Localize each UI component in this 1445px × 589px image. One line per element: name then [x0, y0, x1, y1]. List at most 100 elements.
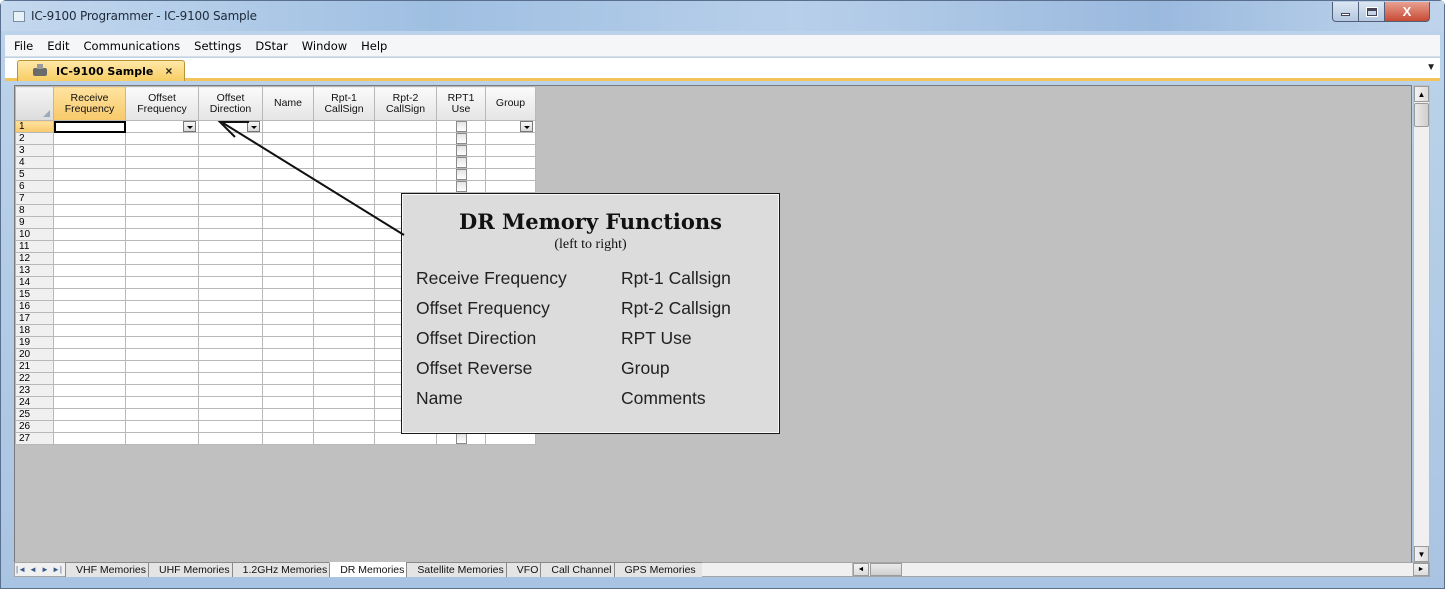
grid-cell[interactable]	[125, 120, 199, 133]
menu-settings[interactable]: Settings	[187, 39, 248, 53]
row-number[interactable]: 9	[15, 216, 54, 229]
grid-cell[interactable]	[262, 168, 314, 181]
row-number[interactable]: 27	[15, 432, 54, 445]
grid-cell[interactable]	[485, 132, 536, 145]
grid-cell[interactable]	[313, 408, 375, 421]
row-number[interactable]: 15	[15, 288, 54, 301]
grid-cell[interactable]	[262, 144, 314, 157]
grid-cell[interactable]	[198, 144, 263, 157]
grid-cell[interactable]	[262, 180, 314, 193]
grid-cell[interactable]	[262, 252, 314, 265]
grid-cell[interactable]	[53, 156, 126, 169]
grid-cell[interactable]	[313, 144, 375, 157]
grid-cell[interactable]	[53, 252, 126, 265]
grid-cell[interactable]	[53, 132, 126, 145]
grid-cell[interactable]	[125, 216, 199, 229]
grid-cell[interactable]	[485, 432, 536, 445]
column-header-rpt1-use[interactable]: RPT1 Use	[436, 86, 486, 121]
grid-cell[interactable]	[198, 336, 263, 349]
grid-cell[interactable]	[313, 432, 375, 445]
row-number[interactable]: 4	[15, 156, 54, 169]
grid-cell[interactable]	[262, 264, 314, 277]
row-number[interactable]: 23	[15, 384, 54, 397]
sheet-tab-satellite-memories[interactable]: Satellite Memories	[406, 562, 510, 577]
grid-cell[interactable]	[198, 192, 263, 205]
sheet-tab-vhf-memories[interactable]: VHF Memories	[65, 562, 153, 577]
grid-cell[interactable]	[125, 324, 199, 337]
menu-edit[interactable]: Edit	[40, 39, 76, 53]
grid-cell[interactable]	[198, 132, 263, 145]
grid-cell[interactable]	[262, 132, 314, 145]
grid-cell[interactable]	[313, 324, 375, 337]
grid-cell[interactable]	[262, 276, 314, 289]
grid-cell[interactable]	[125, 300, 199, 313]
grid-cell[interactable]	[198, 312, 263, 325]
grid-cell[interactable]	[313, 132, 375, 145]
sheet-tab-1-2ghz-memories[interactable]: 1.2GHz Memories	[231, 562, 334, 577]
grid-cell[interactable]	[485, 144, 536, 157]
grid-cell[interactable]	[125, 204, 199, 217]
grid-cell[interactable]	[198, 384, 263, 397]
grid-cell[interactable]	[198, 180, 263, 193]
grid-cell[interactable]	[262, 360, 314, 373]
grid-cell[interactable]	[436, 168, 486, 181]
grid-cell[interactable]	[53, 276, 126, 289]
scroll-down-icon[interactable]: ▼	[1414, 546, 1429, 562]
grid-cell[interactable]	[198, 324, 263, 337]
grid-cell[interactable]	[125, 336, 199, 349]
grid-cell[interactable]	[125, 432, 199, 445]
grid-cell[interactable]	[436, 132, 486, 145]
grid-cell[interactable]	[53, 420, 126, 433]
row-number[interactable]: 12	[15, 252, 54, 265]
row-number[interactable]: 25	[15, 408, 54, 421]
grid-cell[interactable]	[262, 192, 314, 205]
grid-cell[interactable]	[485, 180, 536, 193]
scroll-left-icon[interactable]: ◄	[853, 563, 869, 576]
grid-cell[interactable]	[53, 336, 126, 349]
grid-cell[interactable]	[125, 252, 199, 265]
menu-dstar[interactable]: DStar	[248, 39, 294, 53]
grid-cell[interactable]	[436, 180, 486, 193]
grid-cell[interactable]	[262, 228, 314, 241]
column-header-receive-frequency[interactable]: Receive Frequency	[53, 86, 126, 121]
row-number[interactable]: 2	[15, 132, 54, 145]
grid-cell[interactable]	[125, 288, 199, 301]
grid-cell[interactable]	[198, 408, 263, 421]
grid-cell[interactable]	[313, 228, 375, 241]
title-bar[interactable]: IC-9100 Programmer - IC-9100 Sample X	[1, 1, 1444, 31]
prev-sheet-icon[interactable]: ◄	[27, 565, 39, 574]
grid-cell[interactable]	[436, 156, 486, 169]
grid-cell[interactable]	[53, 300, 126, 313]
minimize-button[interactable]	[1332, 2, 1359, 22]
row-number[interactable]: 24	[15, 396, 54, 409]
rpt1-use-checkbox[interactable]	[455, 133, 467, 144]
row-number[interactable]: 22	[15, 372, 54, 385]
row-number[interactable]: 16	[15, 300, 54, 313]
grid-cell[interactable]	[313, 264, 375, 277]
column-header-group[interactable]: Group	[485, 86, 536, 121]
grid-cell[interactable]	[53, 384, 126, 397]
grid-cell[interactable]	[262, 348, 314, 361]
grid-cell[interactable]	[53, 360, 126, 373]
row-number[interactable]: 13	[15, 264, 54, 277]
vertical-scrollbar[interactable]: ▲ ▼	[1413, 85, 1430, 563]
grid-cell[interactable]	[198, 264, 263, 277]
grid-cell[interactable]	[313, 156, 375, 169]
grid-cell[interactable]	[313, 192, 375, 205]
grid-cell[interactable]	[436, 432, 486, 445]
grid-cell[interactable]	[374, 120, 437, 133]
grid-cell[interactable]	[313, 384, 375, 397]
row-number[interactable]: 1	[15, 120, 54, 133]
grid-cell[interactable]	[53, 168, 126, 181]
grid-cell[interactable]	[125, 348, 199, 361]
row-number[interactable]: 6	[15, 180, 54, 193]
grid-cell[interactable]	[198, 432, 263, 445]
grid-cell[interactable]	[125, 192, 199, 205]
grid-cell[interactable]	[374, 180, 437, 193]
grid-cell[interactable]	[262, 420, 314, 433]
grid-cell[interactable]	[198, 168, 263, 181]
column-header-name[interactable]: Name	[262, 86, 314, 121]
dropdown-arrow-icon[interactable]	[247, 121, 260, 132]
menu-window[interactable]: Window	[295, 39, 354, 53]
row-number[interactable]: 5	[15, 168, 54, 181]
